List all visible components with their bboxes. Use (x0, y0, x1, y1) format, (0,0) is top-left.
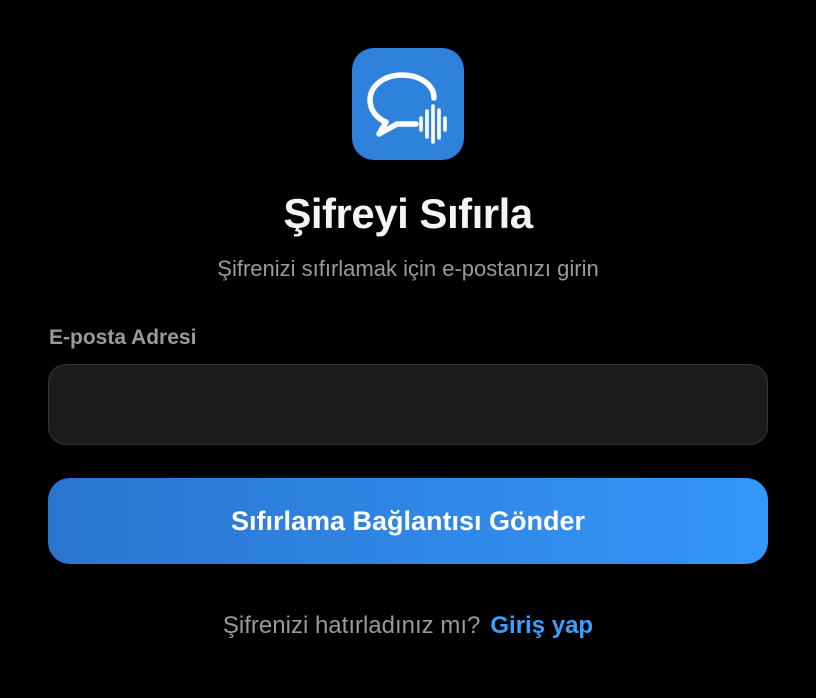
login-link[interactable]: Giriş yap (490, 612, 593, 639)
login-prompt: Şifrenizi hatırladınız mı? Giriş yap (0, 612, 816, 640)
email-label: E-posta Adresi (49, 326, 197, 349)
login-prompt-text: Şifrenizi hatırladınız mı? (222, 612, 481, 639)
page-title: Şifreyi Sıfırla (283, 190, 533, 237)
email-field[interactable] (48, 364, 768, 445)
send-reset-link-button[interactable]: Sıfırlama Bağlantısı Gönder (48, 478, 768, 564)
app-logo (352, 48, 464, 160)
page-subtitle: Şifrenizi sıfırlamak için e-postanızı gi… (217, 256, 599, 281)
speech-bubble-waveform-icon (367, 72, 447, 144)
